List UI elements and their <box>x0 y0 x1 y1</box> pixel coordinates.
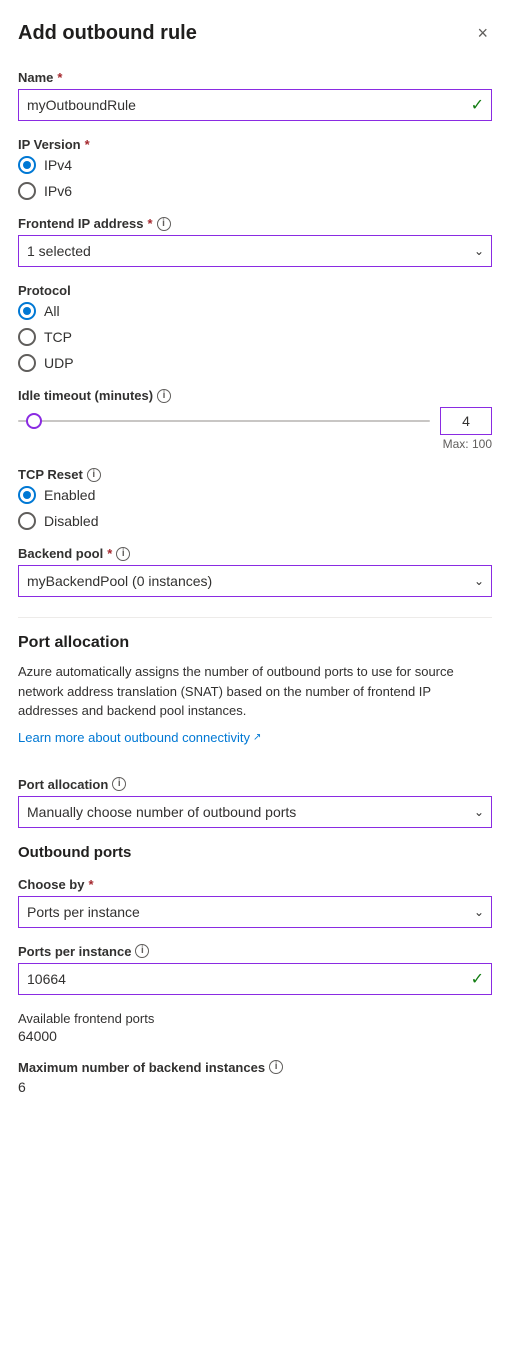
protocol-label: Protocol <box>18 283 492 298</box>
tcp-reset-disabled-radio-circle[interactable] <box>18 512 36 530</box>
protocol-udp-label: UDP <box>44 355 74 371</box>
protocol-tcp-radio-circle[interactable] <box>18 328 36 346</box>
ip-version-radio-group: IPv4 IPv6 <box>18 156 492 200</box>
frontend-ip-required-star: * <box>147 216 152 231</box>
backend-pool-required-star: * <box>107 546 112 561</box>
close-button[interactable]: × <box>473 20 492 46</box>
idle-timeout-info-icon[interactable]: i <box>157 389 171 403</box>
port-allocation-label: Port allocation i <box>18 777 492 792</box>
choose-by-dropdown[interactable]: Ports per instance <box>18 896 492 928</box>
protocol-udp-radio-circle[interactable] <box>18 354 36 372</box>
frontend-ip-info-icon[interactable]: i <box>157 217 171 231</box>
outbound-ports-title: Outbound ports <box>18 844 492 861</box>
backend-pool-field-group: Backend pool * i myBackendPool (0 instan… <box>18 546 492 597</box>
name-input[interactable] <box>18 89 492 121</box>
choose-by-field-group: Choose by * Ports per instance ⌄ <box>18 877 492 928</box>
learn-more-link[interactable]: Learn more about outbound connectivity ↗ <box>18 730 261 745</box>
protocol-all-label: All <box>44 303 60 319</box>
frontend-ip-dropdown-wrapper: 1 selected ⌄ <box>18 235 492 267</box>
ip-version-field-group: IP Version * IPv4 IPv6 <box>18 137 492 200</box>
protocol-radio-group: All TCP UDP <box>18 302 492 372</box>
protocol-field-group: Protocol All TCP UDP <box>18 283 492 372</box>
backend-pool-dropdown-wrapper: myBackendPool (0 instances) ⌄ <box>18 565 492 597</box>
ports-per-instance-checkmark-icon: ✓ <box>471 969 484 989</box>
ports-per-instance-field-group: Ports per instance i ✓ <box>18 944 492 995</box>
panel-title: Add outbound rule <box>18 22 197 45</box>
protocol-udp-option[interactable]: UDP <box>18 354 492 372</box>
ports-per-instance-input[interactable] <box>18 963 492 995</box>
tcp-reset-enabled-option[interactable]: Enabled <box>18 486 492 504</box>
port-allocation-section-title: Port allocation <box>18 634 492 652</box>
ports-per-instance-label: Ports per instance i <box>18 944 492 959</box>
port-allocation-field-group: Port allocation i Manually choose number… <box>18 777 492 828</box>
available-frontend-ports-group: Available frontend ports 64000 <box>18 1011 492 1044</box>
idle-timeout-slider-track <box>18 420 430 422</box>
idle-timeout-slider-thumb[interactable] <box>26 413 42 429</box>
port-allocation-description: Azure automatically assigns the number o… <box>18 662 492 721</box>
port-allocation-dropdown[interactable]: Manually choose number of outbound ports <box>18 796 492 828</box>
tcp-reset-field-group: TCP Reset i Enabled Disabled <box>18 467 492 530</box>
tcp-reset-info-icon[interactable]: i <box>87 468 101 482</box>
max-backend-instances-label: Maximum number of backend instances i <box>18 1060 492 1075</box>
name-checkmark-icon: ✓ <box>471 95 484 115</box>
name-field-group: Name * ✓ <box>18 70 492 121</box>
tcp-reset-enabled-label: Enabled <box>44 487 95 503</box>
tcp-reset-label: TCP Reset i <box>18 467 492 482</box>
frontend-ip-field-group: Frontend IP address * i 1 selected ⌄ <box>18 216 492 267</box>
max-backend-instances-value: 6 <box>18 1079 492 1095</box>
ip-version-ipv4-option[interactable]: IPv4 <box>18 156 492 174</box>
idle-timeout-label: Idle timeout (minutes) i <box>18 388 492 403</box>
add-outbound-rule-panel: Add outbound rule × Name * ✓ IP Version … <box>0 0 510 1366</box>
ip-version-label: IP Version * <box>18 137 492 152</box>
ipv4-radio-circle[interactable] <box>18 156 36 174</box>
port-allocation-info-icon[interactable]: i <box>112 777 126 791</box>
ipv6-label: IPv6 <box>44 183 72 199</box>
max-backend-instances-group: Maximum number of backend instances i 6 <box>18 1060 492 1095</box>
idle-timeout-max-label: Max: 100 <box>18 437 492 451</box>
external-link-icon: ↗ <box>253 732 261 743</box>
ip-version-required-star: * <box>85 137 90 152</box>
protocol-tcp-option[interactable]: TCP <box>18 328 492 346</box>
frontend-ip-dropdown[interactable]: 1 selected <box>18 235 492 267</box>
choose-by-required-star: * <box>88 877 93 892</box>
backend-pool-label: Backend pool * i <box>18 546 492 561</box>
idle-timeout-value-box: 4 <box>440 407 492 435</box>
frontend-ip-label: Frontend IP address * i <box>18 216 492 231</box>
ports-per-instance-info-icon[interactable]: i <box>135 944 149 958</box>
panel-header: Add outbound rule × <box>18 20 492 46</box>
ipv6-radio-circle[interactable] <box>18 182 36 200</box>
choose-by-dropdown-wrapper: Ports per instance ⌄ <box>18 896 492 928</box>
available-frontend-ports-value: 64000 <box>18 1028 492 1044</box>
port-allocation-dropdown-wrapper: Manually choose number of outbound ports… <box>18 796 492 828</box>
protocol-all-option[interactable]: All <box>18 302 492 320</box>
tcp-reset-disabled-option[interactable]: Disabled <box>18 512 492 530</box>
choose-by-label: Choose by * <box>18 877 492 892</box>
ports-per-instance-input-wrapper: ✓ <box>18 963 492 995</box>
protocol-all-radio-circle[interactable] <box>18 302 36 320</box>
max-backend-instances-info-icon[interactable]: i <box>269 1060 283 1074</box>
ip-version-ipv6-option[interactable]: IPv6 <box>18 182 492 200</box>
name-input-wrapper: ✓ <box>18 89 492 121</box>
backend-pool-dropdown[interactable]: myBackendPool (0 instances) <box>18 565 492 597</box>
name-label: Name * <box>18 70 492 85</box>
idle-timeout-section: Idle timeout (minutes) i 4 Max: 100 <box>18 388 492 451</box>
protocol-tcp-label: TCP <box>44 329 72 345</box>
ipv4-label: IPv4 <box>44 157 72 173</box>
tcp-reset-radio-group: Enabled Disabled <box>18 486 492 530</box>
outbound-ports-subsection: Outbound ports <box>18 844 492 861</box>
available-frontend-ports-label: Available frontend ports <box>18 1011 492 1026</box>
name-required-star: * <box>57 70 62 85</box>
idle-timeout-slider-row: 4 <box>18 407 492 435</box>
section-divider-1 <box>18 617 492 618</box>
port-allocation-section: Port allocation Azure automatically assi… <box>18 634 492 761</box>
tcp-reset-disabled-label: Disabled <box>44 513 98 529</box>
tcp-reset-enabled-radio-circle[interactable] <box>18 486 36 504</box>
backend-pool-info-icon[interactable]: i <box>116 547 130 561</box>
